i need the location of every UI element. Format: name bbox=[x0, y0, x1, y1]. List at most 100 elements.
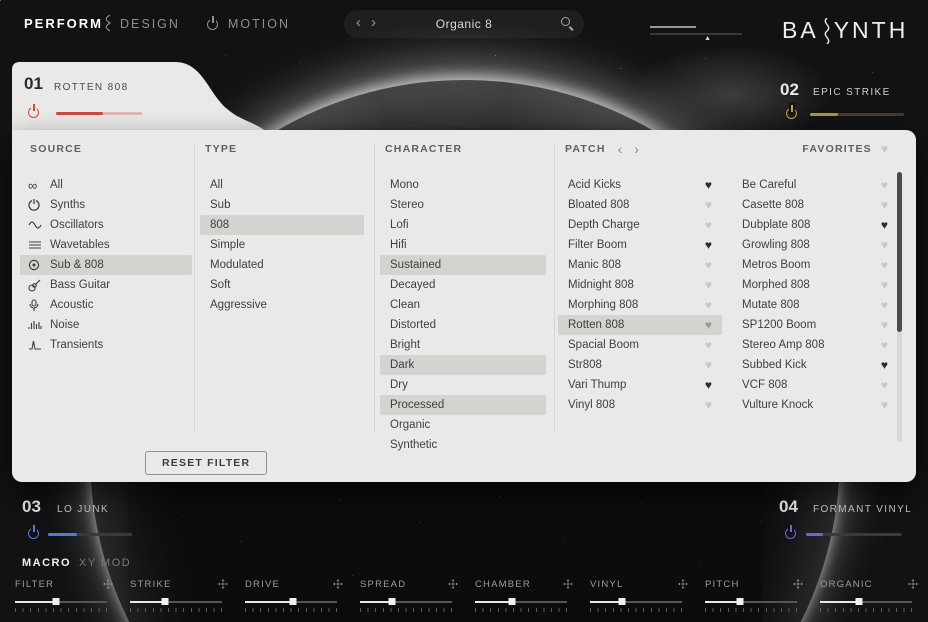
patch-item[interactable]: Casette 808♥ bbox=[732, 195, 898, 215]
favorite-icon[interactable]: ♥ bbox=[881, 399, 888, 411]
favorite-icon[interactable]: ♥ bbox=[881, 299, 888, 311]
patch-item[interactable]: Stereo Amp 808♥ bbox=[732, 335, 898, 355]
drag-assign-icon[interactable] bbox=[333, 579, 343, 589]
preset-search-bar[interactable]: ‹ › Organic 8 bbox=[344, 10, 584, 38]
favorite-icon[interactable]: ♥ bbox=[881, 199, 888, 211]
macro-slider[interactable] bbox=[130, 598, 222, 605]
patch-item[interactable]: Midnight 808♥ bbox=[558, 275, 722, 295]
drag-assign-icon[interactable] bbox=[448, 579, 458, 589]
favorite-icon[interactable]: ♥ bbox=[705, 359, 712, 371]
character-item-dark[interactable]: Dark bbox=[380, 355, 546, 375]
favorite-icon[interactable]: ♥ bbox=[881, 319, 888, 331]
patch-item[interactable]: VCF 808♥ bbox=[732, 375, 898, 395]
patch-item[interactable]: Filter Boom♥ bbox=[558, 235, 722, 255]
favorite-icon[interactable]: ♥ bbox=[705, 239, 712, 251]
character-item-stereo[interactable]: Stereo bbox=[380, 195, 546, 215]
source-item-acoustic[interactable]: Acoustic bbox=[20, 295, 192, 315]
slot-1-volume-slider[interactable] bbox=[56, 112, 142, 115]
patch-item[interactable]: Morphed 808♥ bbox=[732, 275, 898, 295]
character-item-sustained[interactable]: Sustained bbox=[380, 255, 546, 275]
type-item-modulated[interactable]: Modulated bbox=[200, 255, 364, 275]
favorite-icon[interactable]: ♥ bbox=[705, 279, 712, 291]
patch-item[interactable]: Subbed Kick♥ bbox=[732, 355, 898, 375]
drag-assign-icon[interactable] bbox=[793, 579, 803, 589]
tab-macro[interactable]: MACRO bbox=[22, 557, 71, 569]
drag-assign-icon[interactable] bbox=[908, 579, 918, 589]
favorites-heart-icon[interactable]: ♥ bbox=[881, 143, 888, 155]
patch-item[interactable]: Mutate 808♥ bbox=[732, 295, 898, 315]
patch-scrollbar-thumb[interactable] bbox=[897, 172, 902, 332]
slot-4-volume-slider[interactable] bbox=[806, 533, 902, 536]
patch-item[interactable]: Vinyl 808♥ bbox=[558, 395, 722, 415]
patch-next-button[interactable]: › bbox=[634, 142, 639, 156]
slot-1-power-button[interactable] bbox=[28, 107, 39, 118]
type-item-soft[interactable]: Soft bbox=[200, 275, 364, 295]
favorite-icon[interactable]: ♥ bbox=[881, 359, 888, 371]
patch-item[interactable]: SP1200 Boom♥ bbox=[732, 315, 898, 335]
drag-assign-icon[interactable] bbox=[678, 579, 688, 589]
drag-assign-icon[interactable] bbox=[563, 579, 573, 589]
character-item-mono[interactable]: Mono bbox=[380, 175, 546, 195]
patch-item[interactable]: Spacial Boom♥ bbox=[558, 335, 722, 355]
favorite-icon[interactable]: ♥ bbox=[705, 299, 712, 311]
character-item-processed[interactable]: Processed bbox=[380, 395, 546, 415]
patch-item[interactable]: Morphing 808♥ bbox=[558, 295, 722, 315]
character-item-clean[interactable]: Clean bbox=[380, 295, 546, 315]
meter-marker-icon[interactable]: ▲ bbox=[704, 35, 711, 42]
patch-item[interactable]: Dubplate 808♥ bbox=[732, 215, 898, 235]
favorite-icon[interactable]: ♥ bbox=[881, 279, 888, 291]
slot-1-header[interactable]: 01 ROTTEN 808 bbox=[12, 62, 264, 130]
favorite-icon[interactable]: ♥ bbox=[881, 179, 888, 191]
patch-prev-button[interactable]: ‹ bbox=[618, 142, 623, 156]
patch-item[interactable]: Be Careful♥ bbox=[732, 175, 898, 195]
tab-motion[interactable]: MOTION bbox=[228, 17, 290, 31]
patch-item[interactable]: Str808♥ bbox=[558, 355, 722, 375]
drag-assign-icon[interactable] bbox=[103, 579, 113, 589]
source-item-wavetables[interactable]: Wavetables bbox=[20, 235, 192, 255]
character-item-decayed[interactable]: Decayed bbox=[380, 275, 546, 295]
patch-item[interactable]: Depth Charge♥ bbox=[558, 215, 722, 235]
patch-item[interactable]: Growling 808♥ bbox=[732, 235, 898, 255]
favorite-icon[interactable]: ♥ bbox=[705, 259, 712, 271]
patch-item-selected[interactable]: Rotten 808♥ bbox=[558, 315, 722, 335]
character-item-organic[interactable]: Organic bbox=[380, 415, 546, 435]
slot-2-volume-slider[interactable] bbox=[810, 113, 904, 116]
source-item-noise[interactable]: Noise bbox=[20, 315, 192, 335]
character-item-hifi[interactable]: Hifi bbox=[380, 235, 546, 255]
source-item-synths[interactable]: Synths bbox=[20, 195, 192, 215]
slot-2-power-button[interactable] bbox=[786, 108, 797, 119]
favorite-icon[interactable]: ♥ bbox=[705, 199, 712, 211]
favorite-icon[interactable]: ♥ bbox=[881, 339, 888, 351]
macro-slider[interactable] bbox=[590, 598, 682, 605]
patch-item[interactable]: Vulture Knock♥ bbox=[732, 395, 898, 415]
search-icon[interactable] bbox=[561, 17, 570, 26]
macro-slider[interactable] bbox=[360, 598, 452, 605]
drag-assign-icon[interactable] bbox=[218, 579, 228, 589]
character-item-distorted[interactable]: Distorted bbox=[380, 315, 546, 335]
favorite-icon[interactable]: ♥ bbox=[705, 179, 712, 191]
favorite-icon[interactable]: ♥ bbox=[881, 259, 888, 271]
favorite-icon[interactable]: ♥ bbox=[705, 319, 712, 331]
patch-item[interactable]: Bloated 808♥ bbox=[558, 195, 722, 215]
favorite-icon[interactable]: ♥ bbox=[705, 379, 712, 391]
macro-slider[interactable] bbox=[705, 598, 797, 605]
favorite-icon[interactable]: ♥ bbox=[881, 379, 888, 391]
patch-item[interactable]: Vari Thump♥ bbox=[558, 375, 722, 395]
output-meter[interactable]: ▲ bbox=[650, 24, 746, 42]
macro-slider[interactable] bbox=[820, 598, 912, 605]
favorite-icon[interactable]: ♥ bbox=[881, 239, 888, 251]
slot-3-power-button[interactable] bbox=[28, 528, 39, 539]
tab-xy-mod[interactable]: XY MOD bbox=[79, 557, 131, 569]
type-item-simple[interactable]: Simple bbox=[200, 235, 364, 255]
macro-slider[interactable] bbox=[15, 598, 107, 605]
source-item-oscillators[interactable]: Oscillators bbox=[20, 215, 192, 235]
type-item-aggressive[interactable]: Aggressive bbox=[200, 295, 364, 315]
type-item-sub[interactable]: Sub bbox=[200, 195, 364, 215]
type-item-808[interactable]: 808 bbox=[200, 215, 364, 235]
tab-perform[interactable]: PERFORM bbox=[24, 16, 103, 31]
favorite-icon[interactable]: ♥ bbox=[705, 399, 712, 411]
source-item-bass-guitar[interactable]: Bass Guitar bbox=[20, 275, 192, 295]
source-item-sub-808[interactable]: Sub & 808 bbox=[20, 255, 192, 275]
character-item-bright[interactable]: Bright bbox=[380, 335, 546, 355]
character-item-dry[interactable]: Dry bbox=[380, 375, 546, 395]
